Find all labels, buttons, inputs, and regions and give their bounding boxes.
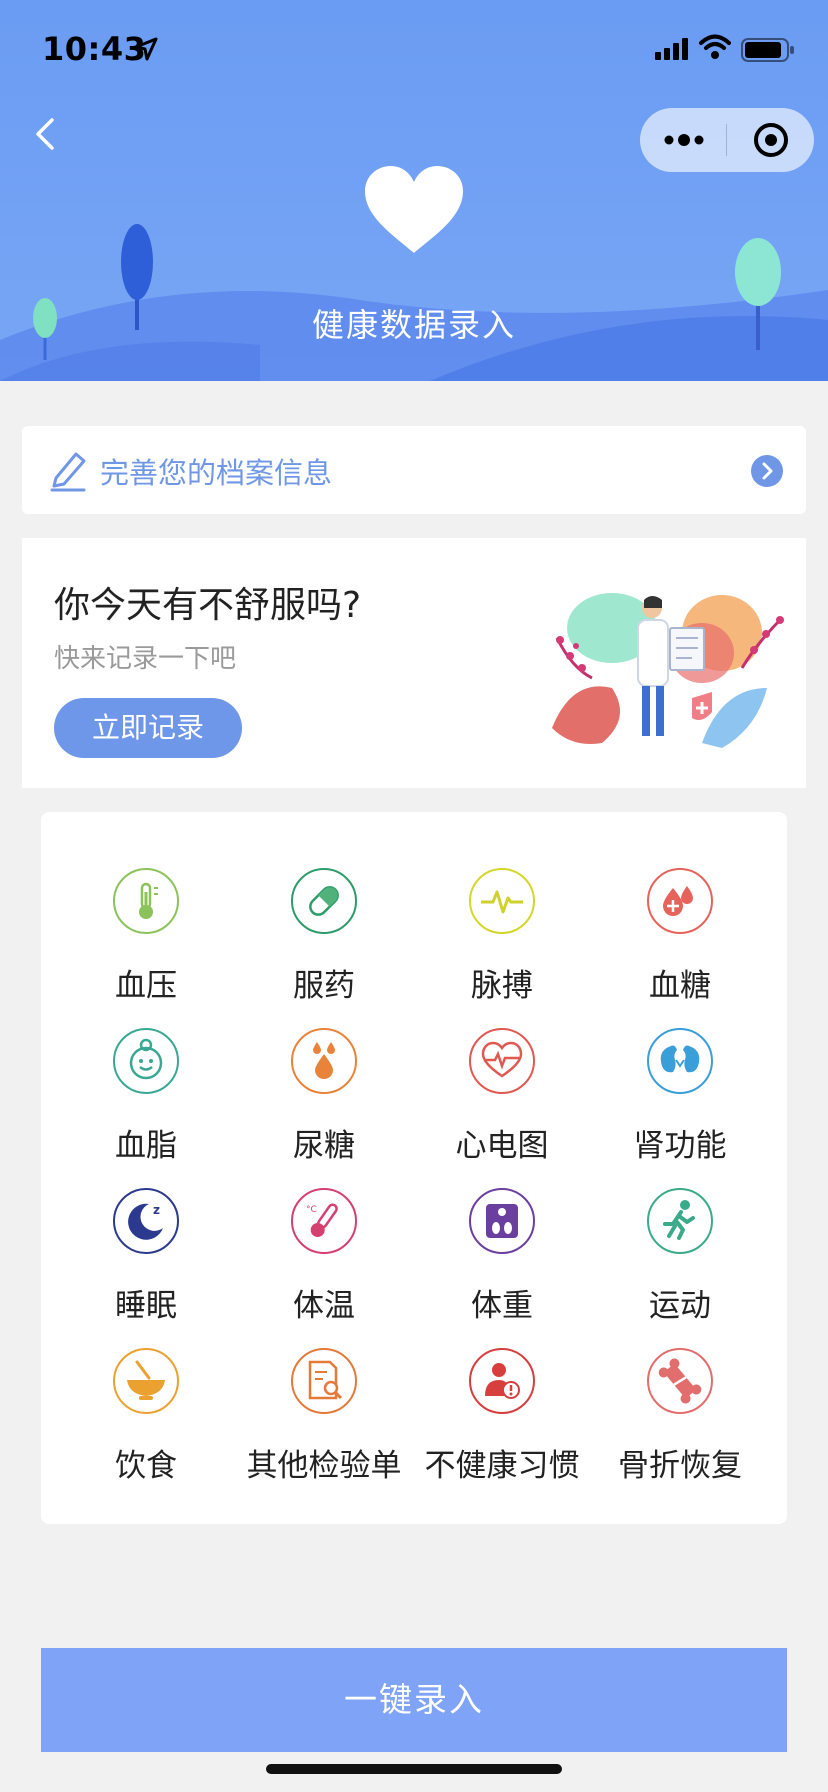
bone-icon (647, 1348, 713, 1414)
blood-drop-icon (647, 868, 713, 934)
record-now-button[interactable]: 立即记录 (54, 698, 242, 758)
pencil-icon (50, 452, 86, 492)
grid-item-diet[interactable]: 饮食 (57, 1298, 235, 1484)
grid-item-blood-pressure[interactable]: 血压 (57, 818, 235, 1004)
svg-text:°C: °C (306, 1205, 317, 1215)
grid-item-urine-sugar[interactable]: 尿糖 (235, 978, 413, 1164)
pill-icon (291, 868, 357, 934)
report-search-icon (291, 1348, 357, 1414)
grid-item-blood-sugar[interactable]: 血糖 (591, 818, 769, 1004)
grid-item-sleep[interactable]: z 睡眠 (57, 1138, 235, 1324)
grid-item-label: 骨折恢复 (618, 1448, 742, 1484)
complete-profile-bar[interactable]: 完善您的档案信息 (22, 426, 806, 514)
thermometer-icon (113, 868, 179, 934)
bowl-icon (113, 1348, 179, 1414)
temperature-icon: °C (291, 1188, 357, 1254)
scale-icon (469, 1188, 535, 1254)
complete-profile-label: 完善您的档案信息 (100, 456, 333, 490)
smiley-cloud-icon (113, 1028, 179, 1094)
status-time: 10:43 (42, 30, 147, 68)
close-mini-program-button[interactable] (728, 108, 814, 172)
grid-item-ecg[interactable]: 心电图 (413, 978, 591, 1164)
grid-item-fracture-recovery[interactable]: 骨折恢复 (591, 1298, 769, 1484)
pulse-icon (469, 868, 535, 934)
grid-item-body-temperature[interactable]: °C 体温 (235, 1138, 413, 1324)
signal-icon (655, 38, 688, 60)
back-button[interactable] (26, 114, 66, 154)
grid-item-other-lab-reports[interactable]: 其他检验单 (235, 1298, 413, 1484)
kidney-icon (647, 1028, 713, 1094)
svg-text:z: z (153, 1203, 160, 1217)
symptom-prompt-subtitle: 快来记录一下吧 (54, 644, 237, 674)
grid-item-medication[interactable]: 服药 (235, 818, 413, 1004)
grid-item-exercise[interactable]: 运动 (591, 1138, 769, 1324)
grid-item-blood-lipids[interactable]: 血脂 (57, 978, 235, 1164)
wifi-icon (699, 34, 731, 59)
more-options-button[interactable] (640, 108, 726, 172)
chevron-right-icon (751, 455, 783, 487)
grid-item-body-weight[interactable]: 体重 (413, 1138, 591, 1324)
droplets-icon (291, 1028, 357, 1094)
mini-program-capsule (640, 108, 814, 172)
home-indicator[interactable] (266, 1764, 562, 1774)
health-category-grid: 血压 服药 脉搏 血糖 血脂 尿糖 心电图 肾功能 z 睡眠 °C 体温 体重 … (41, 812, 787, 1524)
heart-ecg-icon (469, 1028, 535, 1094)
grid-item-pulse[interactable]: 脉搏 (413, 818, 591, 1004)
person-warning-icon (469, 1348, 535, 1414)
battery-icon (741, 38, 794, 62)
doctor-illustration (552, 593, 784, 748)
grid-item-kidney-function[interactable]: 肾功能 (591, 978, 769, 1164)
moon-icon: z (113, 1188, 179, 1254)
location-arrow-icon (134, 37, 158, 61)
one-click-submit-button[interactable]: 一键录入 (41, 1648, 787, 1752)
heart-icon (365, 166, 463, 253)
symptom-prompt-card: 你今天有不舒服吗? 快来记录一下吧 立即记录 (22, 538, 806, 788)
status-bar: 10:43 (0, 0, 828, 100)
capsule-divider (726, 124, 727, 156)
runner-icon (647, 1188, 713, 1254)
page-title: 健康数据录入 (311, 306, 516, 344)
grid-item-unhealthy-habits[interactable]: 不健康习惯 (413, 1298, 591, 1484)
header-banner: 10:43 健康数据录入 (0, 0, 828, 381)
symptom-prompt-title: 你今天有不舒服吗? (54, 585, 362, 626)
